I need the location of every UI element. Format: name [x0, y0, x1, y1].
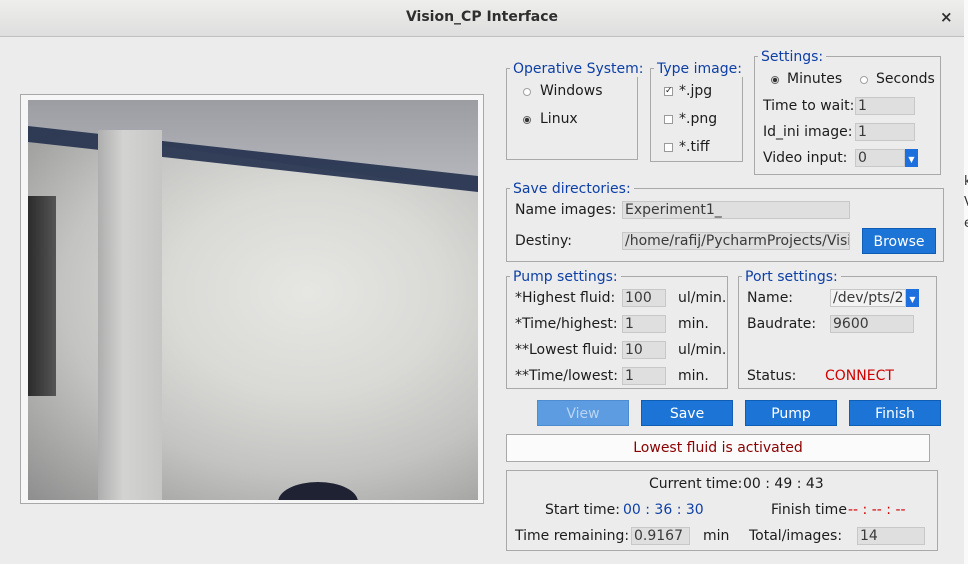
save-button[interactable]: Save	[641, 400, 733, 426]
time-remaining-value: 0.9167	[631, 527, 690, 545]
view-button[interactable]: View	[537, 400, 629, 426]
port-name-select[interactable]: /dev/pts/2	[830, 289, 906, 307]
radio-windows-label: Windows	[540, 83, 603, 99]
lowest-fluid-label: **Lowest fluid:	[515, 342, 618, 358]
time-remaining-label: Time remaining:	[515, 528, 630, 544]
video-input-select[interactable]: 0	[855, 149, 905, 167]
status-label: Status:	[747, 368, 797, 384]
time-highest-input[interactable]: 1	[622, 315, 666, 333]
name-images-input[interactable]: Experiment1_	[622, 201, 850, 219]
radio-minutes[interactable]	[771, 76, 779, 84]
time-lowest-unit: min.	[678, 368, 709, 384]
checkbox-png-label: *.png	[679, 111, 718, 127]
port-name-dropdown-icon[interactable]: ▼	[906, 289, 919, 307]
destiny-input[interactable]: /home/rafij/PycharmProjects/Vision_	[622, 232, 850, 250]
finish-time-label: Finish time	[771, 502, 847, 518]
time-highest-unit: min.	[678, 316, 709, 332]
background-text-3: e	[964, 216, 968, 231]
id-ini-input[interactable]: 1	[855, 123, 915, 141]
current-time-value: 00 : 49 : 43	[743, 476, 824, 492]
port-settings-title: Port settings:	[742, 269, 841, 285]
pump-settings-title: Pump settings:	[510, 269, 621, 285]
baudrate-input[interactable]: 9600	[830, 315, 914, 333]
current-time-label: Current time:	[649, 476, 743, 492]
pump-button[interactable]: Pump	[745, 400, 837, 426]
close-icon[interactable]: ×	[940, 8, 953, 26]
start-time-value: 00 : 36 : 30	[623, 502, 704, 518]
video-input-dropdown-icon[interactable]: ▼	[905, 149, 918, 167]
highest-fluid-input[interactable]: 100	[622, 289, 666, 307]
radio-minutes-label: Minutes	[787, 71, 843, 87]
video-input-label: Video input:	[763, 150, 848, 166]
baudrate-label: Baudrate:	[747, 316, 817, 332]
operative-system-title: Operative System:	[510, 61, 647, 77]
name-images-label: Name images:	[515, 202, 617, 218]
radio-seconds[interactable]	[860, 76, 868, 84]
checkbox-jpg-label: *.jpg	[679, 83, 713, 99]
radio-seconds-label: Seconds	[876, 71, 935, 87]
time-to-wait-input[interactable]: 1	[855, 97, 915, 115]
highest-fluid-label: *Highest fluid:	[515, 290, 616, 306]
time-lowest-input[interactable]: 1	[622, 367, 666, 385]
port-name-label: Name:	[747, 290, 794, 306]
start-time-label: Start time:	[545, 502, 620, 518]
finish-time-value: -- : -- : --	[848, 502, 906, 518]
status-value: CONNECT	[825, 368, 894, 384]
checkbox-tiff-label: *.tiff	[679, 139, 710, 155]
browse-button[interactable]: Browse	[862, 228, 936, 254]
lowest-fluid-input[interactable]: 10	[622, 341, 666, 359]
camera-preview	[28, 100, 478, 500]
time-lowest-label: **Time/lowest:	[515, 368, 618, 384]
highest-fluid-unit: ul/min.	[678, 290, 727, 306]
checkbox-jpg[interactable]: ✓	[664, 87, 673, 96]
radio-windows[interactable]	[523, 88, 531, 96]
time-to-wait-label: Time to wait:	[763, 98, 855, 114]
status-message: Lowest fluid is activated	[506, 434, 930, 462]
background-text-2: V	[964, 195, 968, 210]
total-images-value: 14	[857, 527, 925, 545]
checkbox-tiff[interactable]	[664, 143, 673, 152]
background-text-1: k	[964, 174, 968, 189]
id-ini-label: Id_ini image:	[763, 124, 853, 140]
radio-linux[interactable]	[523, 116, 531, 124]
destiny-label: Destiny:	[515, 233, 572, 249]
save-directories-title: Save directories:	[510, 181, 634, 197]
background-window-edge	[964, 0, 968, 564]
checkbox-png[interactable]	[664, 115, 673, 124]
time-remaining-unit: min	[703, 528, 730, 544]
total-images-label: Total/images:	[749, 528, 843, 544]
type-image-title: Type image:	[654, 61, 745, 77]
window-title: Vision_CP Interface	[405, 9, 559, 25]
lowest-fluid-unit: ul/min.	[678, 342, 727, 358]
radio-linux-label: Linux	[540, 111, 578, 127]
finish-button[interactable]: Finish	[849, 400, 941, 426]
settings-title: Settings:	[758, 49, 827, 65]
time-highest-label: *Time/highest:	[515, 316, 618, 332]
